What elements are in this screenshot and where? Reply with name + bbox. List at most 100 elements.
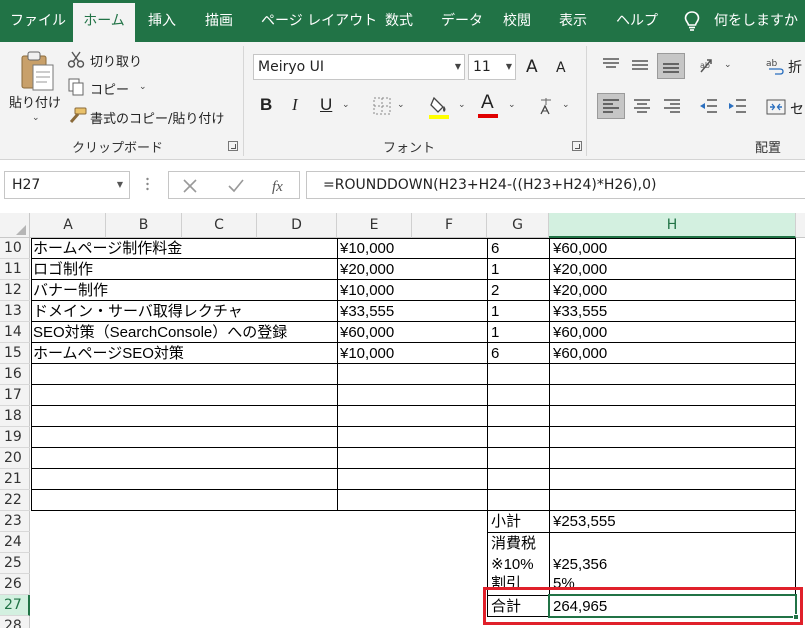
font-name-box[interactable]: Meiryo UI ▼	[253, 54, 465, 80]
item-qty-cell[interactable]: 1	[489, 259, 499, 280]
tab-home[interactable]: ホーム	[73, 3, 135, 42]
row-header-24[interactable]: 24	[0, 532, 30, 553]
wrap-text-icon[interactable]: ab	[766, 57, 784, 75]
tax-label[interactable]: 消費税	[489, 533, 536, 554]
tab-help[interactable]: ヘルプ	[616, 0, 658, 42]
format-painter-button[interactable]: 書式のコピー/貼り付け	[90, 108, 224, 127]
cancel-icon[interactable]	[182, 178, 198, 194]
row-header-10[interactable]: 10	[0, 238, 30, 259]
subtotal-label[interactable]: 小計	[489, 511, 521, 532]
borders-icon[interactable]	[372, 96, 392, 116]
row-header-15[interactable]: 15	[0, 343, 30, 364]
increase-indent-icon[interactable]	[727, 97, 747, 115]
chevron-down-icon[interactable]: ▼	[117, 172, 123, 198]
item-name-cell[interactable]: ドメイン・サーバ取得レクチャ	[31, 301, 243, 322]
discount-value[interactable]: 5%	[551, 574, 575, 588]
item-price-cell[interactable]: ¥60,000	[338, 322, 394, 343]
item-qty-cell[interactable]: 6	[489, 343, 499, 364]
row-header-22[interactable]: 22	[0, 490, 30, 511]
copy-button[interactable]: コピー	[90, 79, 129, 98]
item-price-cell[interactable]: ¥10,000	[338, 238, 394, 259]
row-header-28[interactable]: 28	[0, 616, 30, 628]
font-color-dropdown-icon[interactable]: ⌄	[508, 100, 516, 110]
italic-button[interactable]: I	[292, 95, 298, 115]
tax-value[interactable]: ¥25,356	[551, 554, 607, 575]
name-box[interactable]: H27 ▼	[4, 171, 130, 199]
row-header-13[interactable]: 13	[0, 301, 30, 322]
row-header-27[interactable]: 27	[0, 595, 30, 616]
column-header-c[interactable]: C	[182, 213, 257, 238]
cut-button[interactable]: 切り取り	[90, 51, 142, 70]
row-header-21[interactable]: 21	[0, 469, 30, 490]
worksheet-grid[interactable]: ホームページ制作料金 ¥10,000 6 ¥60,000 ロゴ制作 ¥20,000 1 ¥20…	[31, 238, 805, 628]
item-amount-cell[interactable]: ¥60,000	[551, 322, 607, 343]
align-top-icon[interactable]	[601, 56, 621, 74]
select-all-button[interactable]	[0, 213, 30, 238]
tab-page-layout[interactable]: ページ レイアウト	[261, 0, 377, 42]
tell-me-search[interactable]: 何をしますか	[714, 0, 798, 42]
row-header-25[interactable]: 25	[0, 553, 30, 574]
fill-dropdown-icon[interactable]: ⌄	[458, 100, 466, 110]
item-qty-cell[interactable]: 1	[489, 301, 499, 322]
paste-label[interactable]: 貼り付け	[9, 92, 61, 111]
item-price-cell[interactable]: ¥20,000	[338, 259, 394, 280]
tax-rate-label[interactable]: ※10%	[489, 554, 534, 575]
column-header-b[interactable]: B	[106, 213, 182, 238]
item-price-cell[interactable]: ¥33,555	[338, 301, 394, 322]
item-name-cell[interactable]: ホームページSEO対策	[31, 343, 184, 364]
font-launcher-icon[interactable]	[572, 141, 582, 151]
enter-check-icon[interactable]	[227, 178, 245, 194]
item-qty-cell[interactable]: 1	[489, 322, 499, 343]
align-left-button[interactable]	[597, 93, 625, 119]
fill-color-icon[interactable]	[428, 94, 452, 120]
row-header-19[interactable]: 19	[0, 427, 30, 448]
item-name-cell[interactable]: SEO対策（SearchConsole）への登録	[31, 322, 287, 343]
orientation-icon[interactable]: ab	[697, 56, 719, 76]
item-qty-cell[interactable]: 6	[489, 238, 499, 259]
copy-dropdown-icon[interactable]: ⌄	[139, 82, 147, 92]
row-header-18[interactable]: 18	[0, 406, 30, 427]
font-color-button[interactable]: A	[481, 92, 494, 114]
chevron-down-icon[interactable]: ▼	[506, 55, 512, 79]
tab-data[interactable]: データ	[441, 0, 483, 42]
item-name-cell[interactable]: バナー制作	[31, 280, 108, 301]
insert-function-icon[interactable]: fx	[271, 176, 289, 196]
shrink-font-button[interactable]: A	[556, 60, 566, 76]
row-header-12[interactable]: 12	[0, 280, 30, 301]
align-right-icon[interactable]	[662, 97, 682, 115]
grow-font-button[interactable]: A	[526, 57, 538, 77]
subtotal-value[interactable]: ¥253,555	[551, 511, 616, 532]
row-header-23[interactable]: 23	[0, 511, 30, 532]
row-header-26[interactable]: 26	[0, 574, 30, 595]
column-header-g[interactable]: G	[487, 213, 549, 238]
align-middle-icon[interactable]	[630, 56, 650, 74]
align-bottom-button[interactable]	[657, 53, 685, 79]
row-header-14[interactable]: 14	[0, 322, 30, 343]
chevron-down-icon[interactable]: ▼	[455, 55, 461, 79]
phonetic-dropdown-icon[interactable]: ⌄	[562, 100, 570, 110]
item-amount-cell[interactable]: ¥60,000	[551, 238, 607, 259]
item-qty-cell[interactable]: 2	[489, 280, 499, 301]
orientation-dropdown-icon[interactable]: ⌄	[724, 60, 732, 70]
column-header-e[interactable]: E	[337, 213, 412, 238]
lightbulb-icon[interactable]	[684, 11, 700, 31]
column-header-f[interactable]: F	[412, 213, 487, 238]
bold-button[interactable]: B	[260, 95, 272, 115]
borders-dropdown-icon[interactable]: ⌄	[397, 100, 405, 110]
tab-insert[interactable]: 挿入	[148, 0, 176, 42]
item-price-cell[interactable]: ¥10,000	[338, 280, 394, 301]
tab-draw[interactable]: 描画	[205, 0, 233, 42]
copy-icon[interactable]	[68, 78, 85, 96]
tab-view[interactable]: 表示	[559, 0, 587, 42]
item-price-cell[interactable]: ¥10,000	[338, 343, 394, 364]
cut-icon[interactable]	[67, 51, 85, 69]
paste-button[interactable]	[14, 48, 60, 94]
merge-center-button[interactable]: セ	[790, 99, 804, 119]
merge-center-icon[interactable]	[766, 98, 786, 116]
tab-formulas[interactable]: 数式	[385, 0, 413, 42]
column-header-h[interactable]: H	[549, 213, 796, 238]
underline-dropdown-icon[interactable]: ⌄	[342, 100, 350, 110]
row-header-16[interactable]: 16	[0, 364, 30, 385]
phonetic-guide-icon[interactable]	[538, 97, 554, 117]
row-header-11[interactable]: 11	[0, 259, 30, 280]
